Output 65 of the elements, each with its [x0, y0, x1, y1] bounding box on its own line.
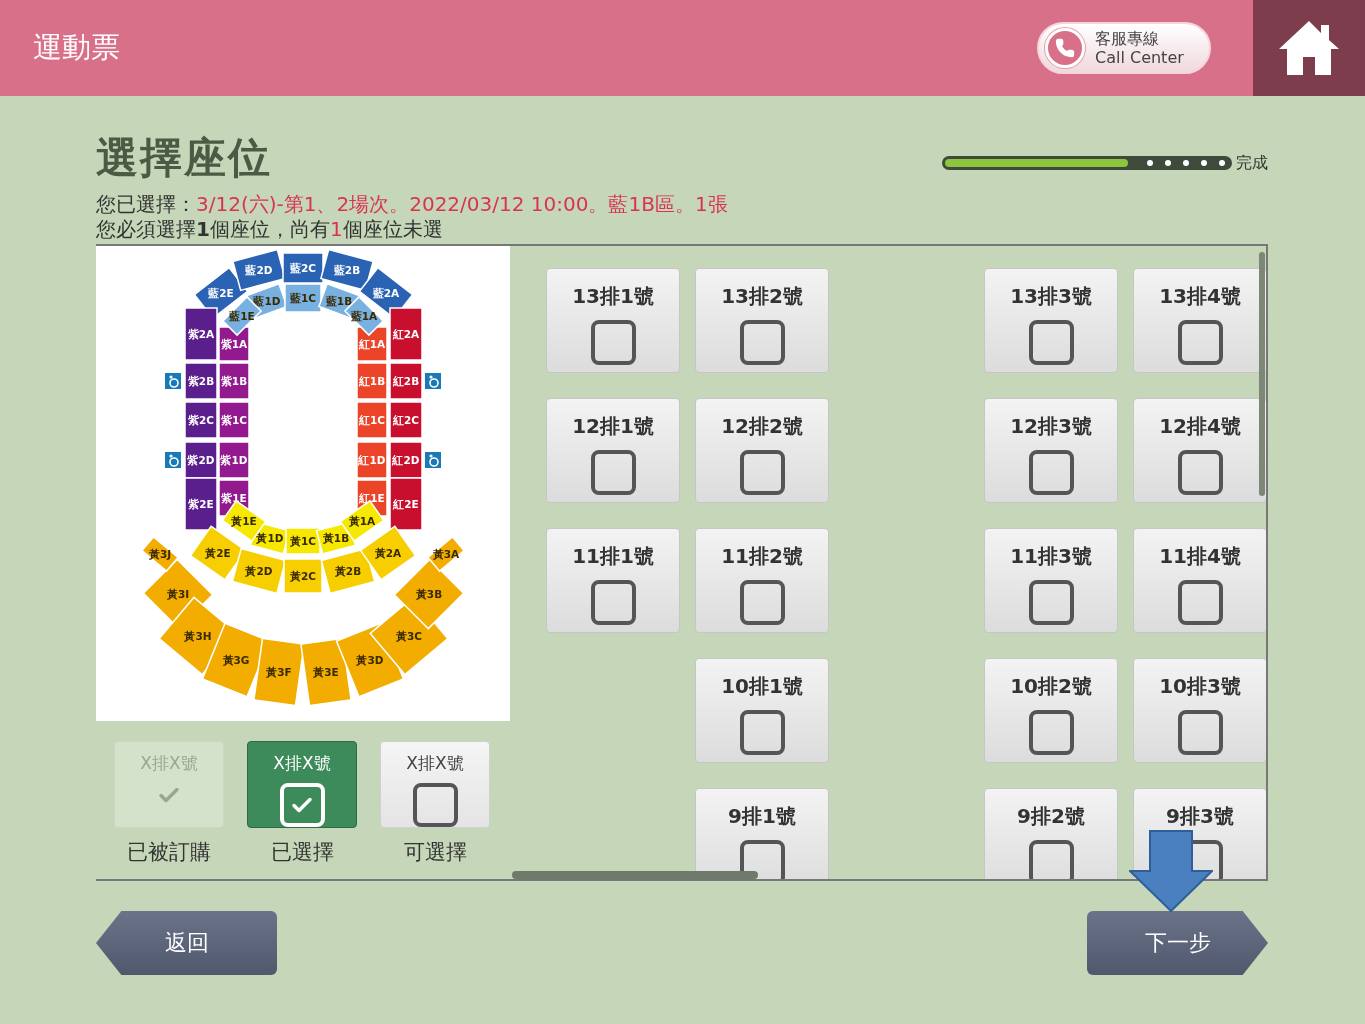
seat-section: 紫1B [218, 362, 250, 400]
legend-seat: X排X號 [380, 741, 490, 828]
seat-button[interactable]: 11排2號 [695, 528, 829, 633]
seat-button[interactable]: 10排2號 [984, 658, 1118, 763]
progress-label: 完成 [1236, 152, 1268, 174]
seat-button[interactable]: 12排1號 [546, 398, 680, 503]
seat-section: 紫1A [218, 326, 250, 362]
wheelchair-icon [165, 452, 181, 468]
home-icon [1277, 19, 1341, 77]
seat-section: 紅2C [389, 401, 423, 439]
seat-button[interactable]: 12排3號 [984, 398, 1118, 503]
seat-button[interactable]: 10排1號 [695, 658, 829, 763]
seat-button[interactable]: 13排3號 [984, 268, 1118, 373]
seat-section: 黃3F [253, 637, 305, 707]
legend-seat: X排X號 [114, 741, 224, 828]
wheelchair-icon [425, 373, 441, 389]
seat-section: 紅2D [389, 441, 423, 479]
seat-section: 黃2C [283, 558, 323, 594]
seat-section: 紫1D [218, 441, 250, 479]
seat-button[interactable]: 10排3號 [1133, 658, 1266, 763]
back-button[interactable]: 返回 [96, 911, 277, 975]
seat-section: 紫2C [184, 401, 218, 439]
seat-section: 紫1C [218, 401, 250, 439]
seat-button[interactable]: 9排2號 [984, 788, 1118, 879]
seat-section: 黃1C [285, 527, 321, 555]
seat-section: 紫2D [184, 441, 218, 479]
phone-icon [1055, 38, 1075, 58]
seat-button[interactable]: 11排4號 [1133, 528, 1266, 633]
home-button[interactable] [1253, 0, 1365, 96]
seat-section: 紫2B [184, 362, 218, 400]
seat-button[interactable]: 13排4號 [1133, 268, 1266, 373]
seat-section: 藍2C [282, 252, 324, 284]
summary-line: 您必須選擇1個座位，尚有1個座位未選 [96, 217, 444, 242]
seat-button[interactable]: 12排4號 [1133, 398, 1266, 503]
seat-section: 黃3J [140, 535, 180, 573]
seat-section: 紫2E [184, 477, 218, 531]
app-title: 運動票 [32, 29, 121, 66]
legend-caption: 已被訂購 [127, 839, 211, 866]
page-title: 選擇座位 [96, 132, 272, 184]
scrollbar[interactable] [1259, 252, 1265, 496]
wheelchair-icon [165, 373, 181, 389]
seat-button[interactable]: 13排2號 [695, 268, 829, 373]
seat-section: 紫2A [184, 307, 218, 361]
seat-section: 黃3A [426, 535, 466, 573]
seat-button[interactable]: 12排2號 [695, 398, 829, 503]
seat-section: 紅2A [389, 307, 423, 361]
summary-line: 您已選擇：3/12(六)-第1、2場次。2022/03/12 10:00。藍1B區。1張 [96, 192, 729, 217]
seat-section: 藍1C [284, 283, 322, 313]
seat-section: 紅2E [389, 477, 423, 531]
next-button[interactable]: 下一步 [1087, 911, 1268, 975]
seat-section: 紅1C [356, 401, 388, 439]
seat-section: 紅1D [356, 441, 388, 479]
seat-section: 紅1A [356, 326, 388, 362]
scrollbar[interactable] [512, 871, 758, 879]
seat-button[interactable]: 11排3號 [984, 528, 1118, 633]
seat-button[interactable]: 13排1號 [546, 268, 680, 373]
legend-caption: 可選擇 [403, 839, 467, 866]
wheelchair-icon [425, 452, 441, 468]
seat-button[interactable]: 9排1號 [695, 788, 829, 879]
call-center-button[interactable]: 客服專線 Call Center [1037, 22, 1211, 74]
legend-seat: X排X號 [247, 741, 357, 828]
seat-section: 紅2B [389, 362, 423, 400]
legend-caption: 已選擇 [270, 839, 334, 866]
seat-section: 紅1B [356, 362, 388, 400]
seat-button[interactable]: 11排1號 [546, 528, 680, 633]
